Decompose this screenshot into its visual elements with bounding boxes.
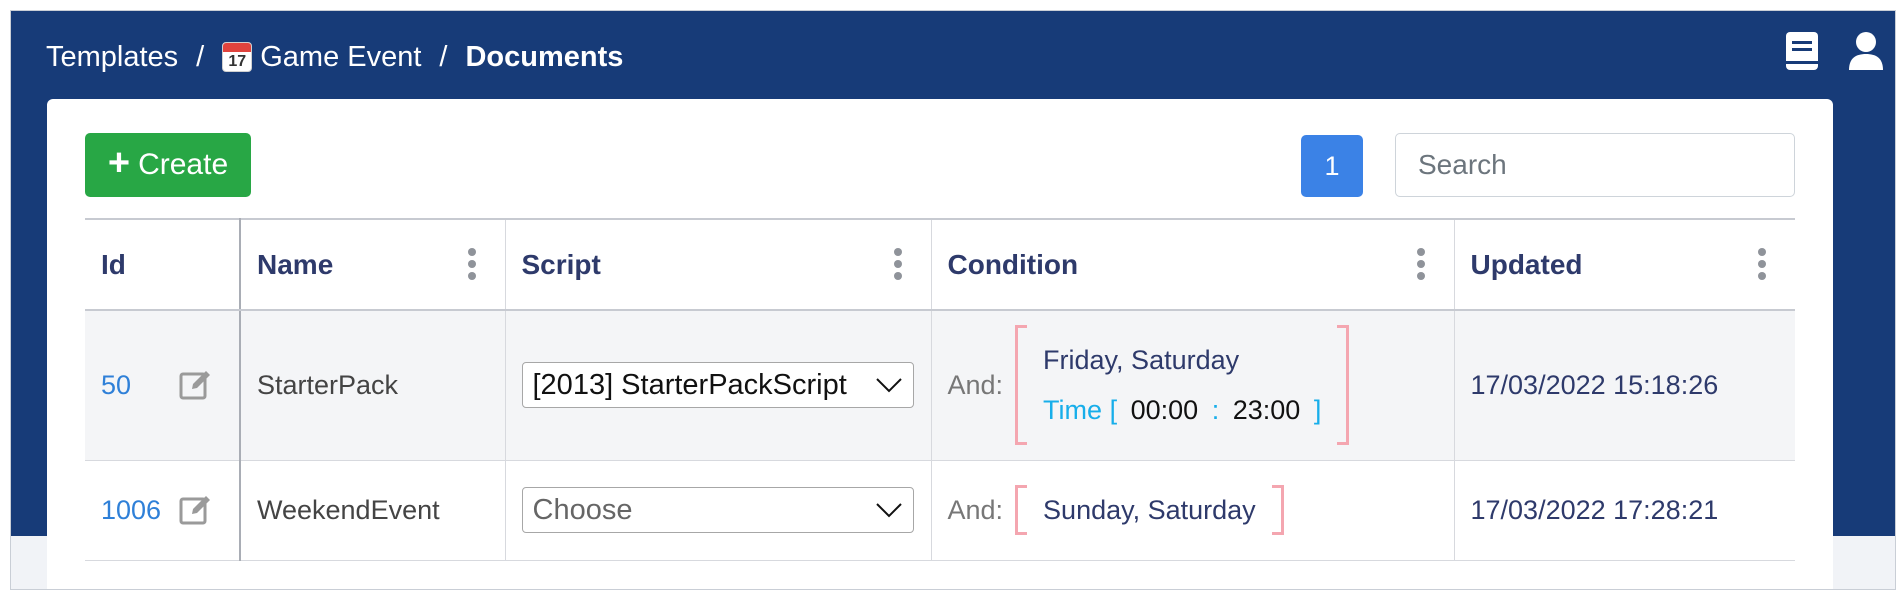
breadcrumb: Templates / 17 Game Event / Documents bbox=[46, 37, 623, 77]
column-header-id[interactable]: Id bbox=[85, 218, 241, 311]
cell-script: Choose bbox=[504, 459, 932, 561]
calendar-icon: 17 bbox=[222, 42, 253, 72]
row-name: StarterPack bbox=[257, 369, 399, 400]
kebab-menu-icon[interactable] bbox=[1757, 248, 1767, 282]
create-button[interactable]: + Create bbox=[85, 133, 251, 197]
kebab-menu-icon[interactable] bbox=[1416, 248, 1426, 282]
breadcrumb-separator: / bbox=[196, 40, 205, 73]
column-header-name[interactable]: Name bbox=[239, 218, 506, 311]
condition-and-label: And: bbox=[947, 369, 1004, 400]
condition-days: Sunday, Saturday bbox=[1043, 495, 1256, 525]
user-icon[interactable] bbox=[1847, 29, 1885, 73]
breadcrumb-templates[interactable]: Templates bbox=[46, 41, 178, 74]
cell-condition: And: Friday, Saturday Time [ 00:00: 23:… bbox=[930, 309, 1455, 461]
condition-days: Friday, Saturday bbox=[1043, 345, 1240, 376]
search-input[interactable] bbox=[1395, 133, 1795, 197]
column-header-updated[interactable]: Updated bbox=[1453, 218, 1795, 311]
cell-updated: 17/03/2022 17:28:21 bbox=[1453, 459, 1795, 561]
breadcrumb-separator: / bbox=[439, 40, 448, 73]
cell-id: 1006 bbox=[85, 459, 241, 561]
condition-and-label: And: bbox=[947, 494, 1004, 525]
documents-table: Id Name Script Condition Updated 50 Star… bbox=[85, 218, 1795, 561]
table-row: 1006 WeekendEvent Choose And: Sunday, Sa… bbox=[85, 459, 1795, 561]
cell-name: StarterPack bbox=[239, 309, 506, 461]
condition-group[interactable]: Friday, Saturday Time [ 00:00 : 23:00 ] bbox=[1015, 325, 1350, 446]
cell-condition: And: Sunday, Saturday bbox=[930, 459, 1455, 561]
breadcrumb-documents: Documents bbox=[465, 40, 624, 73]
cell-name: WeekendEvent bbox=[239, 459, 506, 561]
edit-icon[interactable] bbox=[179, 493, 213, 527]
breadcrumb-game-event[interactable]: Game Event bbox=[260, 41, 421, 74]
header-actions bbox=[1783, 29, 1885, 73]
plus-icon: + bbox=[107, 142, 131, 184]
row-id-link[interactable]: 50 bbox=[101, 370, 131, 401]
table-row: 50 StarterPack [2013] StarterPackScript … bbox=[85, 309, 1795, 461]
table-header-row: Id Name Script Condition Updated bbox=[85, 218, 1795, 311]
time-start[interactable]: 00:00 bbox=[1131, 395, 1199, 425]
condition-group[interactable]: Sunday, Saturday bbox=[1015, 485, 1284, 535]
cell-updated: 17/03/2022 15:18:26 bbox=[1453, 309, 1795, 461]
pagination-page-1[interactable]: 1 bbox=[1301, 135, 1363, 197]
cell-script: [2013] StarterPackScript bbox=[504, 309, 932, 461]
script-select[interactable]: [2013] StarterPackScript bbox=[521, 362, 914, 409]
row-id-link[interactable]: 1006 bbox=[101, 495, 161, 526]
row-name: WeekendEvent bbox=[257, 494, 440, 525]
chevron-down-icon bbox=[875, 503, 902, 518]
app-window: Templates / 17 Game Event / Documents + … bbox=[10, 10, 1896, 590]
book-icon[interactable] bbox=[1783, 29, 1821, 73]
kebab-menu-icon[interactable] bbox=[893, 248, 903, 282]
edit-icon[interactable] bbox=[179, 368, 213, 402]
documents-panel: + Create 1 Id Name Script bbox=[47, 99, 1833, 589]
cell-id: 50 bbox=[85, 309, 241, 461]
chevron-down-icon bbox=[875, 378, 902, 393]
column-header-script[interactable]: Script bbox=[504, 218, 932, 311]
row-updated: 17/03/2022 17:28:21 bbox=[1470, 494, 1719, 525]
script-select[interactable]: Choose bbox=[521, 487, 914, 533]
create-button-label: Create bbox=[138, 148, 229, 181]
row-updated: 17/03/2022 15:18:26 bbox=[1470, 369, 1719, 400]
time-end[interactable]: 23:00 bbox=[1233, 395, 1301, 425]
kebab-menu-icon[interactable] bbox=[467, 248, 477, 282]
column-header-condition[interactable]: Condition bbox=[930, 218, 1455, 311]
condition-time: Time [ 00:00 : 23:00 ] bbox=[1043, 395, 1322, 426]
